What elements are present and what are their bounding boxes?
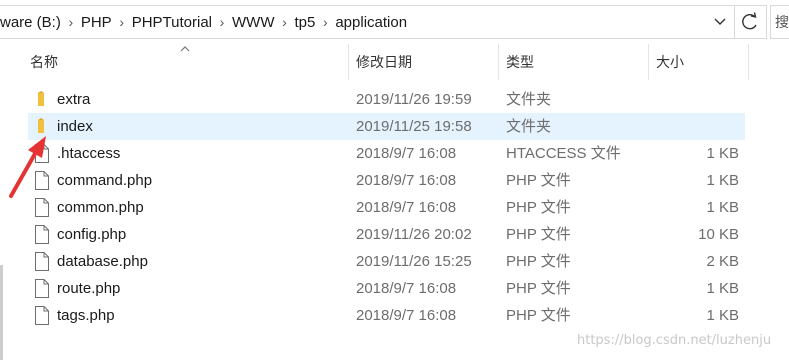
file-date: 2019/11/25 19:58 bbox=[356, 118, 472, 135]
file-type: 文件夹 bbox=[506, 91, 552, 108]
column-header-name[interactable]: 名称 bbox=[30, 44, 58, 80]
chevron-right-icon[interactable]: › bbox=[61, 14, 81, 30]
file-size bbox=[628, 113, 739, 140]
file-name: index bbox=[57, 118, 93, 135]
file-date: 2018/9/7 16:08 bbox=[356, 172, 457, 189]
file-name: database.php bbox=[57, 253, 148, 270]
file-date: 2018/9/7 16:08 bbox=[356, 199, 457, 216]
breadcrumb-item-php[interactable]: PHP bbox=[81, 14, 112, 31]
file-name: extra bbox=[57, 91, 91, 108]
file-row[interactable]: tags.php 2018/9/7 16:08 PHP 文件 1 KB bbox=[28, 302, 745, 329]
file-icon bbox=[35, 306, 49, 325]
breadcrumb: ware (B:) › PHP › PHPTutorial › WWW › tp… bbox=[0, 6, 407, 38]
watermark: https://blog.csdn.net/luzhenju bbox=[577, 333, 772, 348]
scrollbar[interactable] bbox=[0, 265, 3, 360]
file-row[interactable]: command.php 2018/9/7 16:08 PHP 文件 1 KB bbox=[28, 167, 745, 194]
breadcrumb-item-application[interactable]: application bbox=[335, 14, 407, 31]
file-row[interactable]: .htaccess 2018/9/7 16:08 HTACCESS 文件 1 KB bbox=[28, 140, 745, 167]
breadcrumb-item-tp5[interactable]: tp5 bbox=[294, 14, 315, 31]
file-name: tags.php bbox=[57, 307, 115, 324]
file-size bbox=[628, 86, 739, 113]
file-date: 2019/11/26 20:02 bbox=[356, 226, 472, 243]
column-header-size[interactable]: 大小 bbox=[656, 44, 684, 80]
file-type: HTACCESS 文件 bbox=[506, 145, 621, 162]
file-type: PHP 文件 bbox=[506, 226, 571, 243]
file-size: 1 KB bbox=[706, 307, 739, 324]
file-row[interactable]: route.php 2018/9/7 16:08 PHP 文件 1 KB bbox=[28, 275, 745, 302]
file-type: PHP 文件 bbox=[506, 280, 571, 297]
file-type: 文件夹 bbox=[506, 118, 552, 135]
file-size: 1 KB bbox=[706, 280, 739, 297]
file-size: 1 KB bbox=[706, 199, 739, 216]
file-date: 2018/9/7 16:08 bbox=[356, 307, 457, 324]
column-divider[interactable] bbox=[348, 44, 349, 80]
folder-icon bbox=[38, 91, 44, 106]
chevron-right-icon[interactable]: › bbox=[315, 14, 335, 30]
file-row[interactable]: database.php 2019/11/26 15:25 PHP 文件 2 KB bbox=[28, 248, 745, 275]
file-name: command.php bbox=[57, 172, 153, 189]
folder-icon bbox=[38, 118, 44, 133]
file-row[interactable]: config.php 2019/11/26 20:02 PHP 文件 10 KB bbox=[28, 221, 745, 248]
refresh-icon bbox=[742, 12, 757, 30]
file-date: 2018/9/7 16:08 bbox=[356, 145, 457, 162]
file-size: 2 KB bbox=[706, 253, 739, 270]
column-divider[interactable] bbox=[648, 44, 649, 80]
file-type: PHP 文件 bbox=[506, 199, 571, 216]
chevron-right-icon[interactable]: › bbox=[274, 14, 294, 30]
chevron-right-icon[interactable]: › bbox=[112, 14, 132, 30]
sort-ascending-icon bbox=[180, 46, 190, 52]
file-date: 2019/11/26 15:25 bbox=[356, 253, 472, 270]
file-type: PHP 文件 bbox=[506, 172, 571, 189]
file-date: 2019/11/26 19:59 bbox=[356, 91, 472, 108]
file-icon bbox=[35, 144, 49, 163]
file-row[interactable]: extra 2019/11/26 19:59 文件夹 bbox=[28, 86, 745, 113]
address-bar[interactable]: ware (B:) › PHP › PHPTutorial › WWW › tp… bbox=[0, 5, 735, 39]
column-divider[interactable] bbox=[748, 44, 749, 80]
file-icon bbox=[35, 171, 49, 190]
chevron-right-icon[interactable]: › bbox=[212, 14, 232, 30]
file-type: PHP 文件 bbox=[506, 253, 571, 270]
file-name: config.php bbox=[57, 226, 127, 243]
breadcrumb-item-drive[interactable]: ware (B:) bbox=[0, 14, 61, 31]
chevron-down-icon[interactable] bbox=[712, 13, 728, 31]
file-row[interactable]: index 2019/11/25 19:58 文件夹 bbox=[28, 113, 745, 140]
column-header-date[interactable]: 修改日期 bbox=[356, 44, 412, 80]
file-type: PHP 文件 bbox=[506, 307, 571, 324]
refresh-button[interactable] bbox=[735, 5, 767, 39]
column-divider[interactable] bbox=[498, 44, 499, 80]
file-row[interactable]: common.php 2018/9/7 16:08 PHP 文件 1 KB bbox=[28, 194, 745, 221]
search-input[interactable]: 搜 bbox=[770, 5, 789, 39]
file-icon bbox=[35, 198, 49, 217]
file-date: 2018/9/7 16:08 bbox=[356, 280, 457, 297]
file-size: 1 KB bbox=[706, 172, 739, 189]
file-icon bbox=[35, 279, 49, 298]
file-name: common.php bbox=[57, 199, 144, 216]
file-icon bbox=[35, 252, 49, 271]
file-size: 1 KB bbox=[706, 145, 739, 162]
file-name: .htaccess bbox=[57, 145, 121, 162]
file-icon bbox=[35, 225, 49, 244]
file-size: 10 KB bbox=[698, 226, 739, 243]
breadcrumb-item-www[interactable]: WWW bbox=[232, 14, 274, 31]
column-header-type[interactable]: 类型 bbox=[506, 44, 534, 80]
file-name: route.php bbox=[57, 280, 121, 297]
breadcrumb-item-phptutorial[interactable]: PHPTutorial bbox=[132, 14, 212, 31]
